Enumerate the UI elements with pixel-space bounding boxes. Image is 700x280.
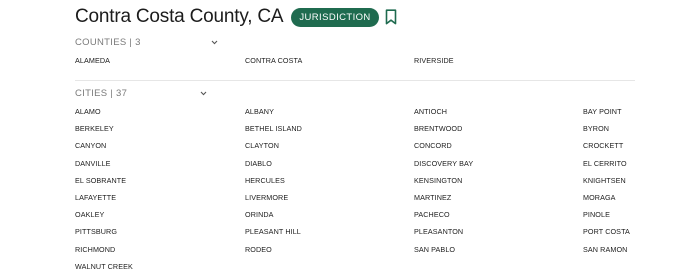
page-title: Contra Costa County, CA bbox=[75, 6, 284, 27]
city-link[interactable]: WALNUT CREEK bbox=[75, 262, 133, 271]
city-link[interactable]: BERKELEY bbox=[75, 124, 114, 133]
city-link[interactable]: DISCOVERY BAY bbox=[414, 159, 473, 168]
section-divider bbox=[75, 80, 635, 81]
city-link[interactable]: MORAGA bbox=[583, 193, 616, 202]
city-link[interactable]: CLAYTON bbox=[245, 141, 279, 150]
city-link[interactable]: KNIGHTSEN bbox=[583, 176, 626, 185]
city-link[interactable]: PLEASANTON bbox=[414, 227, 463, 236]
city-link[interactable]: KENSINGTON bbox=[414, 176, 462, 185]
city-link[interactable]: ANTIOCH bbox=[414, 107, 447, 116]
city-link[interactable]: BAY POINT bbox=[583, 107, 622, 116]
chevron-down-icon bbox=[200, 91, 207, 95]
city-link[interactable]: PACHECO bbox=[414, 210, 450, 219]
city-link[interactable]: PINOLE bbox=[583, 210, 610, 219]
counties-toggle[interactable]: COUNTIES | 3 bbox=[75, 35, 635, 49]
cities-toggle[interactable]: CITIES | 37 bbox=[75, 86, 635, 100]
page-header: Contra Costa County, CA JURISDICTION bbox=[75, 6, 397, 28]
city-link[interactable]: LIVERMORE bbox=[245, 193, 288, 202]
city-link[interactable]: MARTINEZ bbox=[414, 193, 451, 202]
city-link[interactable]: SAN RAMON bbox=[583, 245, 627, 254]
counties-section: COUNTIES | 3 ALAMEDA CONTRA COSTA RIVERSID… bbox=[75, 35, 635, 66]
city-link[interactable]: BRENTWOOD bbox=[414, 124, 462, 133]
city-link[interactable]: EL SOBRANTE bbox=[75, 176, 126, 185]
city-link[interactable]: ALAMO bbox=[75, 107, 101, 116]
city-link[interactable]: RODEO bbox=[245, 245, 272, 254]
city-link[interactable]: CROCKETT bbox=[583, 141, 623, 150]
jurisdiction-page: Contra Costa County, CA JURISDICTION COU… bbox=[0, 0, 700, 280]
county-link[interactable]: RIVERSIDE bbox=[414, 56, 454, 65]
city-link[interactable]: OAKLEY bbox=[75, 210, 104, 219]
jurisdiction-badge: JURISDICTION bbox=[291, 7, 379, 27]
city-link[interactable]: SAN PABLO bbox=[414, 245, 455, 254]
city-link[interactable]: CANYON bbox=[75, 141, 106, 150]
city-link[interactable]: BYRON bbox=[583, 124, 609, 133]
county-link[interactable]: ALAMEDA bbox=[75, 56, 110, 65]
counties-title: COUNTIES | 3 bbox=[75, 36, 141, 48]
city-link[interactable]: ORINDA bbox=[245, 210, 274, 219]
city-link[interactable]: PLEASANT HILL bbox=[245, 227, 301, 236]
city-link[interactable]: HERCULES bbox=[245, 176, 285, 185]
city-link[interactable]: LAFAYETTE bbox=[75, 193, 116, 202]
county-link[interactable]: CONTRA COSTA bbox=[245, 56, 302, 65]
city-link[interactable]: PITTSBURG bbox=[75, 227, 117, 236]
city-link[interactable]: DANVILLE bbox=[75, 159, 111, 168]
city-link[interactable]: RICHMOND bbox=[75, 245, 115, 254]
city-link[interactable]: EL CERRITO bbox=[583, 159, 627, 168]
city-link[interactable]: PORT COSTA bbox=[583, 227, 630, 236]
cities-title: CITIES | 37 bbox=[75, 87, 128, 99]
city-link[interactable]: ALBANY bbox=[245, 107, 274, 116]
city-link[interactable]: DIABLO bbox=[245, 159, 272, 168]
city-link[interactable]: CONCORD bbox=[414, 141, 452, 150]
city-link[interactable]: BETHEL ISLAND bbox=[245, 124, 302, 133]
bookmark-icon[interactable] bbox=[385, 9, 397, 25]
chevron-down-icon bbox=[211, 40, 218, 44]
cities-section: CITIES | 37 ALAMO ALBANY ANTIOCH BAY POINT B… bbox=[75, 86, 635, 271]
